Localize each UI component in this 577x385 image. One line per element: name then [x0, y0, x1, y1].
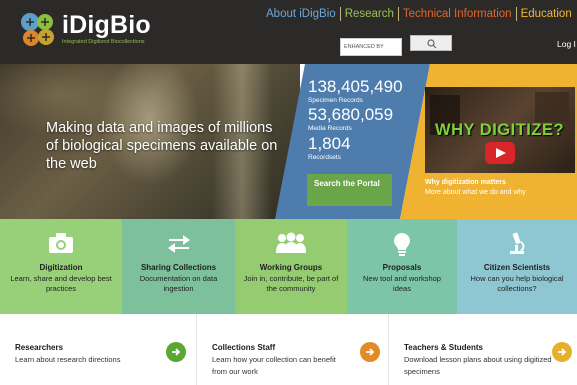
arrow-right-icon[interactable] [166, 342, 186, 362]
nav-item-research[interactable]: Research [341, 7, 399, 21]
video-title-overlay: WHY DIGITIZE? [435, 121, 565, 139]
arrow-right-icon[interactable] [360, 342, 380, 362]
tile-sharing-collections[interactable]: Sharing Collections Documentation on dat… [122, 219, 235, 314]
audience-description: Learn about research directions [15, 355, 121, 364]
hero-tagline: Making data and images of millions of bi… [46, 120, 278, 172]
tile-title: Citizen Scientists [483, 263, 551, 272]
media-records-label: Media Records [308, 125, 352, 132]
recordsets-count: 1,804 [308, 134, 351, 153]
nav-item-about[interactable]: About iDigBio [262, 7, 341, 21]
audience-collections-staff[interactable]: Collections Staff Learn how your collect… [196, 314, 388, 385]
video-caption-title[interactable]: Why digitization matters [425, 179, 506, 186]
audience-description: Download lesson plans about using digiti… [404, 355, 552, 376]
camera-icon [49, 233, 73, 253]
nav-item-technical-information[interactable]: Technical Information [399, 7, 517, 21]
idigbio-logo-icon[interactable] [18, 10, 58, 50]
tile-title: Working Groups [259, 263, 323, 272]
tile-title: Proposals [382, 263, 422, 272]
audience-description: Learn how your collection can benefit fr… [212, 355, 336, 376]
tile-proposals[interactable]: Proposals New tool and workshop ideas [347, 219, 457, 314]
tile-description: Documentation on data ingestion [139, 274, 218, 293]
site-header: iDigBio Integrated Digitized Biocollecti… [0, 0, 577, 64]
hero-banner: Making data and images of millions of bi… [0, 64, 577, 219]
video-caption-desc: More about what we do and why [425, 189, 526, 196]
exchange-arrows-icon [167, 235, 190, 253]
search-icon [427, 39, 437, 49]
login-link[interactable]: Log I [557, 39, 576, 49]
audience-title: Teachers & Students [404, 343, 483, 352]
feature-tiles: Digitization Learn, share and develop be… [0, 219, 577, 314]
search-button[interactable] [410, 35, 452, 51]
audience-title: Collections Staff [212, 343, 276, 352]
audience-teachers-students[interactable]: Teachers & Students Download lesson plan… [388, 314, 577, 385]
tile-title: Sharing Collections [140, 263, 217, 272]
site-logo-text[interactable]: iDigBio [62, 11, 151, 40]
arrow-right-icon[interactable] [552, 342, 572, 362]
tile-working-groups[interactable]: Working Groups Join in, contribute, be p… [235, 219, 347, 314]
main-nav: About iDigBio Research Technical Informa… [262, 7, 576, 21]
people-icon [276, 232, 306, 253]
audience-researchers[interactable]: Researchers Learn about research directi… [0, 314, 196, 385]
audience-title: Researchers [15, 343, 64, 352]
specimen-records-label: Specimen Records [308, 97, 363, 104]
media-records-count: 53,680,059 [308, 105, 394, 124]
nav-item-education[interactable]: Education [517, 7, 576, 21]
microscope-icon [510, 232, 525, 254]
search-input[interactable]: ENHANCED BY [340, 38, 402, 56]
site-logo-subtitle: Integrated Digitized Biocollections [62, 39, 145, 45]
tile-citizen-scientists[interactable]: Citizen Scientists How can you help biol… [457, 219, 577, 314]
recordsets-label: Recordsets [308, 154, 341, 161]
why-digitize-video[interactable]: WHY DIGITIZE? [425, 87, 575, 173]
tile-description: How can you help biological collections? [470, 274, 564, 293]
lightbulb-icon [394, 233, 410, 256]
specimen-records-count: 138,405,490 [308, 77, 403, 96]
tile-digitization[interactable]: Digitization Learn, share and develop be… [0, 219, 122, 314]
tile-description: Join in, contribute, be part of the comm… [243, 274, 339, 293]
tile-description: Learn, share and develop best practices [10, 274, 112, 293]
tile-title: Digitization [39, 263, 83, 272]
play-icon[interactable] [485, 142, 515, 164]
tile-description: New tool and workshop ideas [363, 274, 441, 293]
search-portal-button[interactable]: Search the Portal [307, 174, 392, 206]
